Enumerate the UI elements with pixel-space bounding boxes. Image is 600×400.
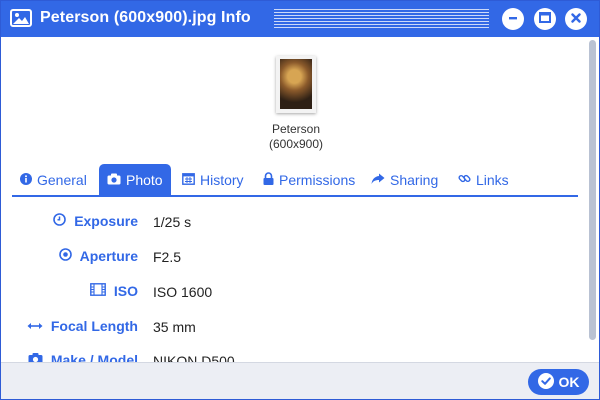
property-row-focal-length: Focal Length 35 mm <box>1 318 581 338</box>
link-icon <box>458 172 476 188</box>
title-bar[interactable]: Peterson (600x900).jpg Info <box>1 1 599 37</box>
property-row-aperture: Aperture F2.5 <box>1 248 581 268</box>
property-row-make-model: Make / Model NIKON D500 <box>1 352 581 362</box>
property-label: Aperture <box>58 248 138 264</box>
share-icon <box>371 172 390 188</box>
maximize-icon <box>539 10 551 28</box>
dog-photo <box>280 59 312 109</box>
arrows-horizontal-icon <box>27 318 51 334</box>
property-value: 35 mm <box>153 319 196 335</box>
property-label: Focal Length <box>27 318 138 334</box>
tab-label: Photo <box>126 171 163 188</box>
property-label-text: Focal Length <box>50 318 138 334</box>
property-row-exposure: Exposure 1/25 s <box>1 213 581 233</box>
tab-general[interactable]: General <box>20 164 87 195</box>
image-name: Peterson (600x900) <box>201 122 391 152</box>
image-thumbnail <box>276 56 316 113</box>
dialog-footer: OK <box>1 362 599 399</box>
film-icon <box>89 283 114 299</box>
camera-icon <box>28 352 51 362</box>
photo-properties: Exposure 1/25 s Aperture F2.5 ISO ISO 16… <box>1 205 581 362</box>
property-value: F2.5 <box>153 249 182 265</box>
tab-label: General <box>37 171 87 188</box>
property-label-text: Make / Model <box>50 352 138 362</box>
info-icon <box>20 172 37 188</box>
minimize-icon <box>508 10 518 28</box>
title-bar-grip[interactable] <box>274 9 489 29</box>
tab-sharing[interactable]: Sharing <box>371 164 438 195</box>
property-value: ISO 1600 <box>153 284 213 300</box>
clock-icon <box>53 213 74 229</box>
aperture-icon <box>58 248 80 264</box>
info-tabs: General Photo History Permissions Sharin… <box>12 164 578 197</box>
file-info-dialog: Peterson (600x900).jpg Info Peterson (60… <box>0 0 600 400</box>
vertical-scrollbar[interactable] <box>587 38 599 362</box>
close-icon <box>571 10 581 28</box>
property-value: 1/25 s <box>153 214 192 230</box>
checkmark-icon <box>537 372 559 392</box>
tab-label: Permissions <box>279 171 356 188</box>
property-label: ISO <box>89 283 138 299</box>
tab-label: Sharing <box>390 171 439 188</box>
ok-label: OK <box>558 374 580 390</box>
maximize-button[interactable] <box>534 8 556 30</box>
calendar-icon <box>182 172 200 188</box>
tab-permissions[interactable]: Permissions <box>263 164 355 195</box>
minimize-button[interactable] <box>502 8 524 30</box>
image-name-line-2: (600x900) <box>268 137 324 151</box>
close-button[interactable] <box>565 8 587 30</box>
property-label: Exposure <box>53 213 138 229</box>
image-icon <box>10 9 32 27</box>
scrollbar-thumb[interactable] <box>589 40 596 340</box>
property-value: NIKON D500 <box>153 353 235 362</box>
property-label-text: Aperture <box>79 248 138 264</box>
ok-button[interactable]: OK <box>528 369 589 395</box>
tab-links[interactable]: Links <box>458 164 509 195</box>
window-title: Peterson (600x900).jpg Info <box>40 9 251 26</box>
lock-icon <box>263 171 279 188</box>
property-label: Make / Model <box>28 352 138 362</box>
image-name-line-1: Peterson <box>271 122 321 136</box>
property-label-text: Exposure <box>74 213 138 229</box>
tab-label: History <box>200 171 244 188</box>
tab-photo[interactable]: Photo <box>99 164 171 195</box>
camera-icon <box>107 172 126 188</box>
property-row-iso: ISO ISO 1600 <box>1 283 581 303</box>
tab-history[interactable]: History <box>182 164 244 195</box>
tab-label: Links <box>476 171 509 188</box>
property-label-text: ISO <box>113 283 138 299</box>
